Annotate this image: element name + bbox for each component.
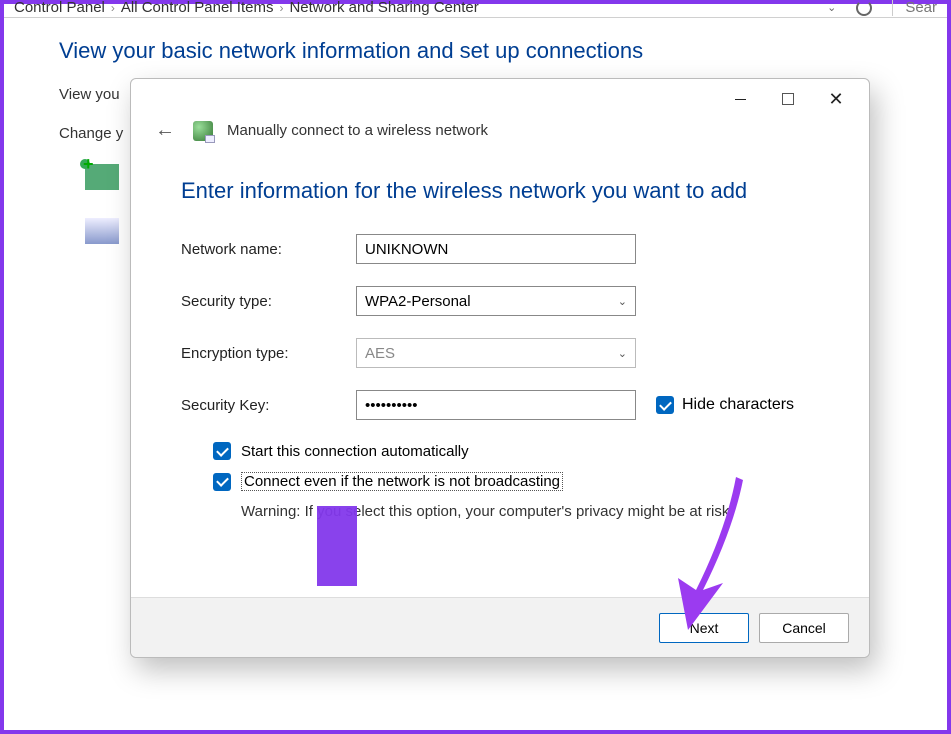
security-key-input[interactable] xyxy=(356,390,636,420)
chevron-down-icon: ⌄ xyxy=(618,347,627,360)
security-type-select[interactable]: WPA2-Personal ⌄ xyxy=(356,286,636,316)
hide-characters-checkbox[interactable] xyxy=(656,396,674,414)
chevron-right-icon: › xyxy=(111,1,115,15)
network-wizard-icon xyxy=(193,121,213,141)
connect-hidden-label: Connect even if the network is not broad… xyxy=(241,472,563,491)
page-title: View your basic network information and … xyxy=(59,38,892,64)
cancel-button[interactable]: Cancel xyxy=(759,613,849,643)
network-name-input[interactable] xyxy=(356,234,636,264)
network-name-label: Network name: xyxy=(181,241,356,258)
address-bar[interactable]: Control Panel › All Control Panel Items … xyxy=(4,0,947,18)
maximize-button[interactable] xyxy=(765,84,811,114)
auto-start-checkbox[interactable] xyxy=(213,442,231,460)
breadcrumb-item[interactable]: Control Panel xyxy=(14,0,105,16)
security-type-value: WPA2-Personal xyxy=(365,293,471,310)
breadcrumb-item[interactable]: All Control Panel Items xyxy=(121,0,274,16)
chevron-right-icon: › xyxy=(279,1,283,15)
encryption-type-label: Encryption type: xyxy=(181,345,356,362)
security-key-label: Security Key: xyxy=(181,397,356,414)
troubleshoot-icon xyxy=(85,218,119,244)
encryption-type-select: AES ⌄ xyxy=(356,338,636,368)
close-button[interactable]: ✕ xyxy=(813,84,859,114)
security-type-label: Security type: xyxy=(181,293,356,310)
annotation-arrow xyxy=(648,475,768,635)
dialog-heading: Enter information for the wireless netwo… xyxy=(181,178,819,204)
minimize-button[interactable] xyxy=(717,84,763,114)
connect-hidden-checkbox[interactable] xyxy=(213,473,231,491)
new-connection-icon xyxy=(85,164,119,190)
chevron-down-icon: ⌄ xyxy=(618,295,627,308)
breadcrumb-item[interactable]: Network and Sharing Center xyxy=(289,0,478,16)
refresh-icon[interactable] xyxy=(856,0,872,16)
annotation-highlight xyxy=(317,506,357,586)
dialog-title: Manually connect to a wireless network xyxy=(227,122,488,139)
auto-start-label: Start this connection automatically xyxy=(241,443,469,460)
encryption-type-value: AES xyxy=(365,345,395,362)
hide-characters-label: Hide characters xyxy=(682,396,794,414)
back-arrow-icon[interactable]: ← xyxy=(151,119,179,142)
search-input[interactable]: Sear xyxy=(892,0,937,16)
chevron-down-icon[interactable]: ⌄ xyxy=(827,1,836,14)
